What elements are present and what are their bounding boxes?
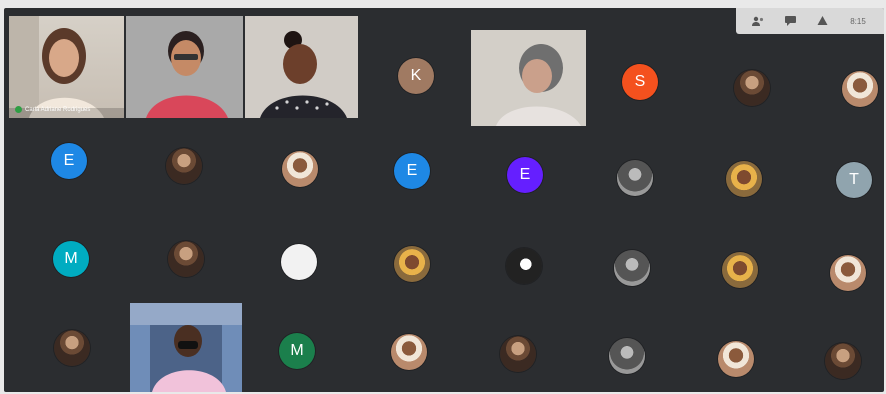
avatar-letter: T <box>849 171 859 188</box>
avatar-letter: K <box>410 67 422 84</box>
participant-photo-avatar[interactable] <box>842 71 878 107</box>
participant-video-2 <box>126 16 243 118</box>
avatar-letter: E <box>519 166 531 183</box>
participant-photo-avatar[interactable] <box>718 341 754 377</box>
participant-photo-avatar[interactable] <box>394 246 430 282</box>
participant-name-bar: Carla Adriane Rodrigues <box>15 106 90 113</box>
participant-photo-avatar[interactable] <box>500 336 536 372</box>
participant-photo-avatar[interactable] <box>168 241 204 277</box>
participant-photo-avatar[interactable] <box>609 338 645 374</box>
participant-photo-avatar[interactable] <box>282 151 318 187</box>
meeting-grid-window: 8:15 Carla Adriane Rodrigues K S E E E T… <box>4 8 884 392</box>
participant-video-5 <box>130 303 242 392</box>
meeting-toolbar: 8:15 <box>736 8 884 34</box>
participant-blank-avatar[interactable] <box>281 244 317 280</box>
video-tile-participant-5[interactable] <box>130 303 242 392</box>
avatar-m[interactable]: M <box>279 333 315 369</box>
avatar-letter: M <box>290 342 304 359</box>
participant-photo-avatar[interactable] <box>617 160 653 196</box>
avatar-letter: S <box>634 73 646 90</box>
video-tile-participant-2[interactable] <box>126 16 243 118</box>
participant-photo-avatar[interactable] <box>830 255 866 291</box>
participant-photo-avatar[interactable] <box>506 248 542 284</box>
avatar-t[interactable]: T <box>836 162 872 198</box>
chat-icon[interactable] <box>779 12 801 30</box>
participant-photo-avatar[interactable] <box>825 343 861 379</box>
participant-photo-avatar[interactable] <box>54 330 90 366</box>
participant-photo-avatar[interactable] <box>734 70 770 106</box>
avatar-letter: E <box>63 152 75 169</box>
participant-video-4 <box>471 30 586 126</box>
mic-on-icon <box>15 106 22 113</box>
participant-photo-avatar[interactable] <box>722 252 758 288</box>
video-tile-participant-4[interactable] <box>471 30 586 126</box>
video-tile-participant-1[interactable]: Carla Adriane Rodrigues <box>9 16 124 118</box>
participant-video-1 <box>9 16 124 118</box>
time-label: 8:15 <box>850 16 866 26</box>
participant-photo-avatar[interactable] <box>614 250 650 286</box>
video-tile-participant-3[interactable] <box>245 16 358 118</box>
clock-icon: 8:15 <box>843 12 873 30</box>
participant-photo-avatar[interactable] <box>726 161 762 197</box>
avatar-e[interactable]: E <box>51 143 87 179</box>
avatar-s[interactable]: S <box>622 64 658 100</box>
participant-photo-avatar[interactable] <box>391 334 427 370</box>
avatar-e[interactable]: E <box>394 153 430 189</box>
avatar-letter: E <box>406 162 418 179</box>
people-icon[interactable] <box>747 12 769 30</box>
participant-video-3 <box>245 16 358 118</box>
avatar-m[interactable]: M <box>53 241 89 277</box>
avatar-k[interactable]: K <box>398 58 434 94</box>
avatar-e[interactable]: E <box>507 157 543 193</box>
activities-icon[interactable] <box>811 12 833 30</box>
participant-name: Carla Adriane Rodrigues <box>25 106 91 113</box>
avatar-letter: M <box>64 250 78 267</box>
participant-photo-avatar[interactable] <box>166 148 202 184</box>
